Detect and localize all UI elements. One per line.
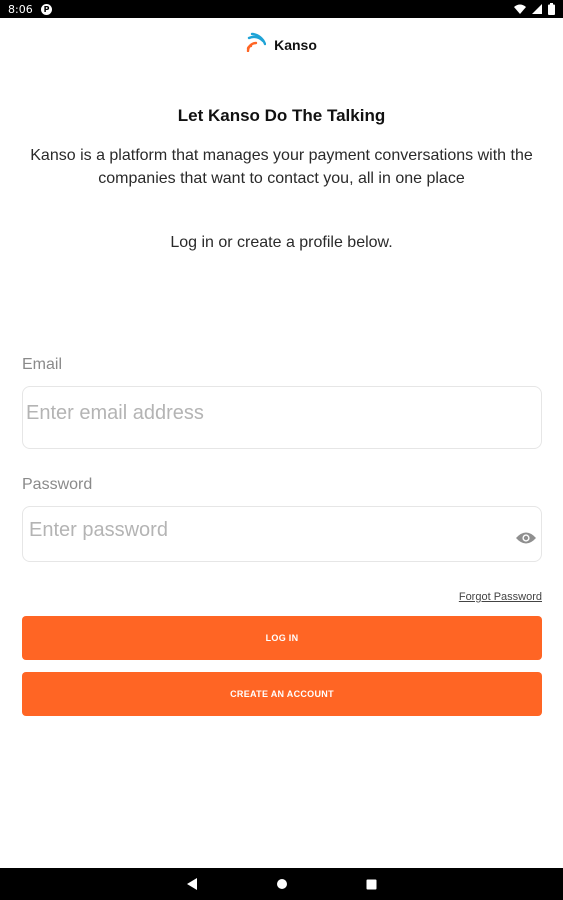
- signal-icon: [532, 4, 542, 14]
- notification-app-icon: P: [40, 3, 52, 15]
- login-screen: 8:06 P Kanso Let Kanso Do The Talking Ka…: [0, 0, 563, 900]
- svg-text:P: P: [43, 5, 49, 14]
- wifi-icon: [514, 4, 526, 14]
- intro-instruction: Log in or create a profile below.: [170, 234, 393, 251]
- email-field-container: [22, 386, 542, 449]
- intro-description: Kanso is a platform that manages your pa…: [30, 147, 533, 187]
- email-input[interactable]: [23, 387, 541, 448]
- eye-icon[interactable]: [515, 531, 537, 545]
- status-bar: 8:06 P: [0, 0, 563, 18]
- email-label: Email: [22, 356, 63, 373]
- back-icon[interactable]: [185, 877, 199, 891]
- kanso-logo-icon: [246, 32, 267, 57]
- password-input[interactable]: [23, 507, 541, 561]
- forgot-password-link[interactable]: Forgot Password: [459, 591, 542, 603]
- recents-icon[interactable]: [365, 877, 379, 891]
- brand-header: Kanso: [0, 32, 563, 57]
- page-heading: Let Kanso Do The Talking: [177, 106, 386, 125]
- create-account-button[interactable]: CREATE AN ACCOUNT: [22, 672, 542, 716]
- password-field-container: [22, 506, 542, 562]
- brand-name: Kanso: [274, 36, 317, 53]
- status-time: 8:06: [8, 2, 33, 16]
- password-label: Password: [22, 476, 93, 493]
- battery-icon: [548, 3, 555, 15]
- system-navigation-bar: [0, 868, 563, 900]
- login-button[interactable]: LOG IN: [22, 616, 542, 660]
- home-icon[interactable]: [275, 877, 289, 891]
